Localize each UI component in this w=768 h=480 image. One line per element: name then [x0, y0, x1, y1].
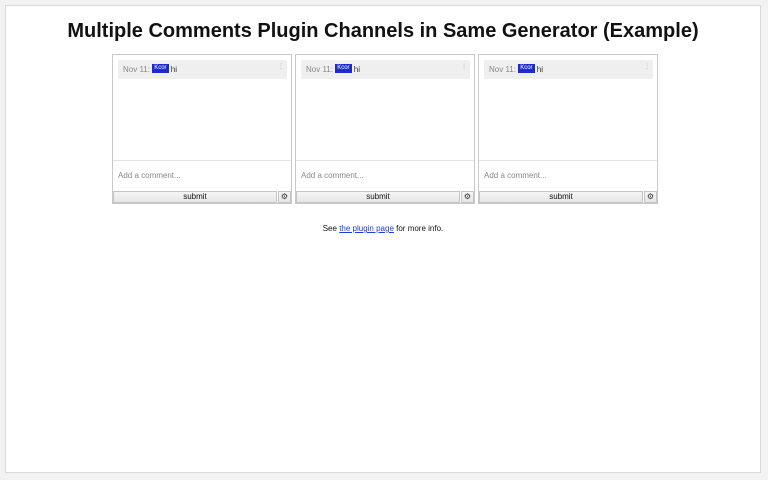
comment-feed: Nov 11: Kcor hi ⋮: [479, 55, 657, 161]
more-vertical-icon[interactable]: ⋮: [644, 63, 650, 71]
comment-channels: Nov 11: Kcor hi ⋮ submit ⚙ Nov 11: Kcor …: [112, 54, 658, 204]
comment-date: Nov 11:: [489, 65, 516, 74]
comment-channel-2: Nov 11: Kcor hi ⋮ submit ⚙: [295, 54, 475, 204]
more-vertical-icon[interactable]: ⋮: [461, 63, 467, 71]
gear-icon[interactable]: ⚙: [461, 191, 474, 203]
comment-item: Nov 11: Kcor hi ⋮: [118, 60, 287, 79]
comment-text: hi: [536, 65, 544, 74]
plugin-page-link[interactable]: the plugin page: [339, 224, 394, 233]
comment-text: hi: [353, 65, 361, 74]
more-vertical-icon[interactable]: ⋮: [278, 63, 284, 71]
comment-item: Nov 11: Kcor hi ⋮: [484, 60, 653, 79]
comment-input[interactable]: [296, 161, 474, 190]
comment-actions: submit ⚙: [113, 191, 291, 203]
footer-suffix: for more info.: [393, 224, 444, 233]
page-container: Multiple Comments Plugin Channels in Sam…: [5, 5, 761, 473]
comment-date: Nov 11:: [306, 65, 333, 74]
comment-feed: Nov 11: Kcor hi ⋮: [113, 55, 291, 161]
comment-actions: submit ⚙: [296, 191, 474, 203]
page-title: Multiple Comments Plugin Channels in Sam…: [67, 20, 699, 42]
gear-icon[interactable]: ⚙: [644, 191, 657, 203]
comment-feed: Nov 11: Kcor hi ⋮: [296, 55, 474, 161]
comment-channel-3: Nov 11: Kcor hi ⋮ submit ⚙: [478, 54, 658, 204]
comment-input[interactable]: [113, 161, 291, 190]
comment-actions: submit ⚙: [479, 191, 657, 203]
submit-button[interactable]: submit: [479, 191, 643, 203]
comment-text: hi: [170, 65, 178, 74]
footer-note: See the plugin page for more info.: [6, 224, 760, 233]
comment-input[interactable]: [479, 161, 657, 190]
comment-channel-1: Nov 11: Kcor hi ⋮ submit ⚙: [112, 54, 292, 204]
gear-icon[interactable]: ⚙: [278, 191, 291, 203]
footer-prefix: See: [322, 224, 340, 233]
comment-username[interactable]: Kcor: [335, 64, 352, 74]
submit-button[interactable]: submit: [113, 191, 277, 203]
submit-button[interactable]: submit: [296, 191, 460, 203]
comment-date: Nov 11:: [123, 65, 150, 74]
comment-item: Nov 11: Kcor hi ⋮: [301, 60, 470, 79]
comment-username[interactable]: Kcor: [518, 64, 535, 74]
comment-username[interactable]: Kcor: [152, 64, 169, 74]
